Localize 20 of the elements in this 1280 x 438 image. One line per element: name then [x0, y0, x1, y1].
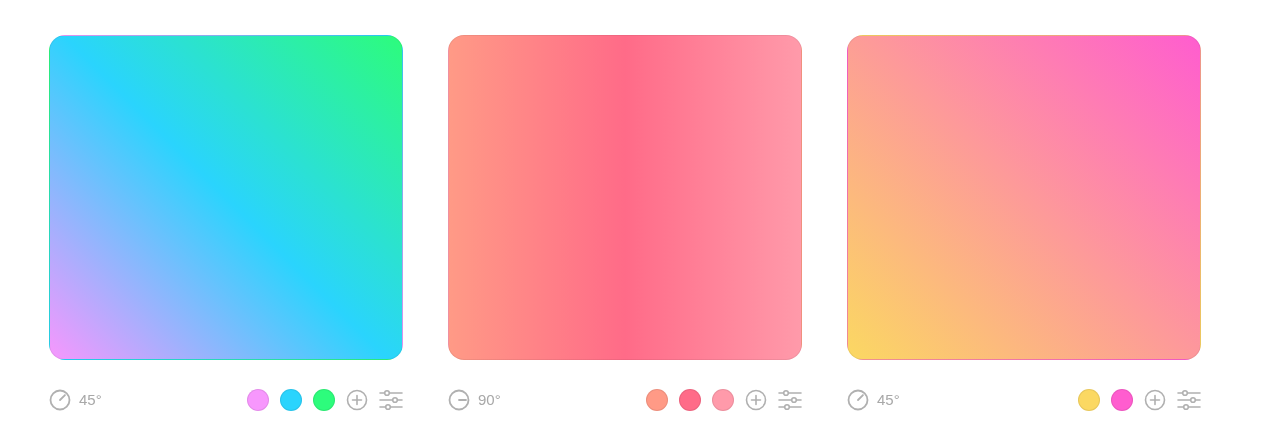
color-swatch[interactable]: [679, 389, 701, 411]
angle-dial-icon[interactable]: [49, 389, 71, 411]
color-swatch[interactable]: [1111, 389, 1133, 411]
color-swatch[interactable]: [313, 389, 335, 411]
settings-sliders-button[interactable]: [778, 389, 802, 411]
color-swatch[interactable]: [280, 389, 302, 411]
color-swatch[interactable]: [712, 389, 734, 411]
color-swatch[interactable]: [646, 389, 668, 411]
angle-label: 45°: [877, 389, 900, 410]
angle-dial-icon[interactable]: [847, 389, 869, 411]
color-swatch[interactable]: [1078, 389, 1100, 411]
settings-sliders-button[interactable]: [1177, 389, 1201, 411]
color-swatch[interactable]: [247, 389, 269, 411]
angle-dial-icon[interactable]: [448, 389, 470, 411]
add-color-button[interactable]: [346, 389, 368, 411]
add-color-button[interactable]: [1144, 389, 1166, 411]
angle-label: 45°: [79, 389, 102, 410]
add-color-button[interactable]: [745, 389, 767, 411]
settings-sliders-button[interactable]: [379, 389, 403, 411]
angle-label: 90°: [478, 389, 501, 410]
